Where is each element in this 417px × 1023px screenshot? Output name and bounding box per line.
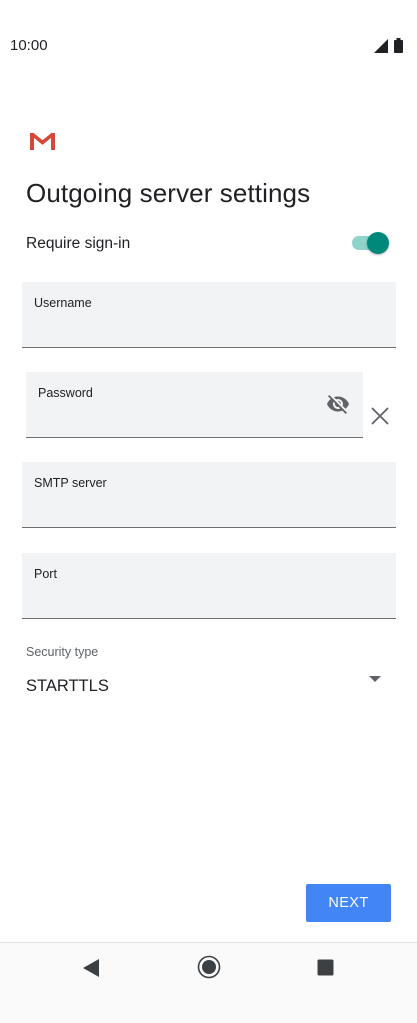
clear-icon[interactable] — [370, 406, 390, 426]
home-icon[interactable] — [197, 955, 221, 979]
next-button[interactable]: NEXT — [306, 884, 391, 922]
status-time: 10:00 — [10, 37, 48, 54]
gmail-logo — [30, 132, 55, 150]
security-type-select[interactable]: STARTTLS — [26, 677, 109, 696]
battery-icon — [394, 38, 403, 53]
status-icons — [374, 38, 403, 53]
visibility-off-icon[interactable] — [325, 392, 351, 416]
page-title: Outgoing server settings — [26, 178, 311, 208]
smtp-server-field[interactable]: SMTP server — [22, 462, 396, 528]
require-signin-toggle[interactable] — [352, 232, 389, 254]
recents-icon[interactable] — [317, 959, 334, 976]
toggle-thumb — [367, 232, 389, 254]
dropdown-arrow-icon[interactable] — [368, 675, 382, 683]
port-field[interactable]: Port — [22, 553, 396, 619]
signal-icon — [374, 38, 388, 53]
username-label: Username — [34, 296, 92, 310]
password-field[interactable]: Password — [26, 372, 363, 438]
back-icon[interactable] — [82, 958, 100, 978]
require-signin-label: Require sign-in — [26, 235, 131, 252]
smtp-server-label: SMTP server — [34, 476, 107, 490]
port-label: Port — [34, 567, 57, 581]
security-type-label: Security type — [26, 645, 99, 659]
password-label: Password — [38, 386, 93, 400]
username-field[interactable]: Username — [22, 282, 396, 348]
